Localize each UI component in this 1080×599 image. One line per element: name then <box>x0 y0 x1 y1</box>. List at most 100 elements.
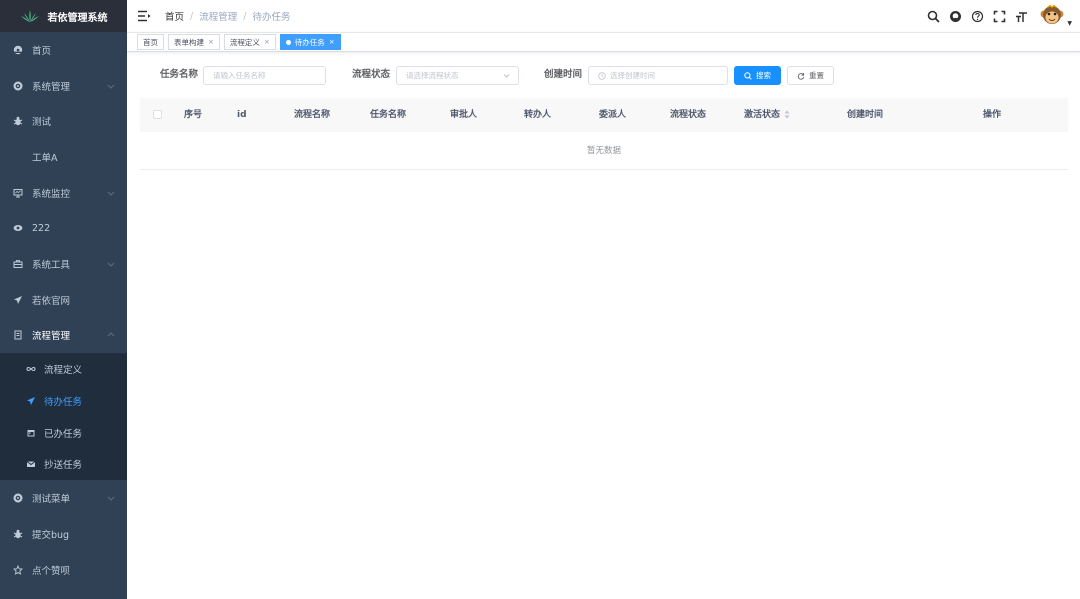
sidebar-item-label: 流程管理 <box>32 331 71 343</box>
breadcrumb-separator: / <box>190 10 194 22</box>
tag-form-builder[interactable]: 表单构建 × <box>168 34 220 50</box>
bug-icon <box>12 528 24 540</box>
time-picker[interactable]: 选择创建时间 <box>588 66 728 85</box>
sidebar-item-label: 系统管理 <box>32 81 71 93</box>
column-header-process-status: 流程状态 <box>670 110 707 120</box>
close-icon[interactable]: × <box>264 38 270 46</box>
task-name-placeholder: 请输入任务名称 <box>213 71 266 80</box>
sidebar-item-label: 流程定义 <box>44 365 83 377</box>
sidebar-item-submit-bug[interactable]: 提交bug <box>0 516 127 552</box>
toolbox-icon <box>12 258 24 270</box>
sidebar-item-test[interactable]: 测试 <box>0 103 127 139</box>
avatar[interactable]: ▼ <box>1040 4 1072 27</box>
hamburger-icon[interactable] <box>137 10 151 22</box>
sidebar-item-system-tools[interactable]: 系统工具 <box>0 246 127 282</box>
list-icon <box>12 329 24 341</box>
sidebar-item-label: 已办任务 <box>44 428 83 440</box>
table-empty-text: 暂无数据 <box>140 132 1068 170</box>
sidebar-item-cc-tasks[interactable]: 抄送任务 <box>0 449 127 481</box>
column-header-delegate: 委派人 <box>599 110 627 120</box>
sidebar-item-label: 系统监控 <box>32 188 71 200</box>
breadcrumb-process-management: 流程管理 <box>199 12 238 23</box>
tag-todo-tasks[interactable]: 待办任务 × <box>279 34 341 50</box>
github-icon[interactable] <box>948 9 962 23</box>
sidebar-item-label: 若依官网 <box>32 295 71 307</box>
sidebar-item-label: 测试 <box>32 117 52 129</box>
sidebar-item-todo-tasks[interactable]: 待办任务 <box>0 385 127 417</box>
sidebar-item-222[interactable]: 222 <box>0 210 127 246</box>
logo[interactable]: 若依管理系统 <box>0 0 127 32</box>
select-all-checkbox[interactable] <box>153 110 162 119</box>
sidebar-item-work-order[interactable]: 工单A <box>0 139 127 175</box>
clock-icon <box>598 71 606 80</box>
tags-view: 首页 表单构建 × 流程定义 × 待办任务 × <box>127 32 1080 52</box>
sidebar-item-like[interactable]: 点个赞呗 <box>0 552 127 588</box>
close-icon[interactable]: × <box>208 38 214 46</box>
breadcrumb-home[interactable]: 首页 <box>165 9 184 23</box>
sidebar-item-label: 抄送任务 <box>44 460 83 472</box>
sidebar-item-label: 提交bug <box>32 529 70 541</box>
refresh-icon <box>797 72 805 80</box>
breadcrumb-todo-tasks: 待办任务 <box>252 12 291 23</box>
search-icon <box>744 71 752 80</box>
breadcrumb: 首页 / 流程管理 / 待办任务 <box>165 9 291 24</box>
gear-icon <box>12 80 24 92</box>
sidebar-item-process-management[interactable]: 流程管理 <box>0 318 127 354</box>
infinity-icon <box>25 363 37 375</box>
tag-label: 待办任务 <box>294 37 325 47</box>
chevron-down-icon <box>107 191 115 196</box>
column-header-id: id <box>237 110 247 120</box>
column-header-label: 激活状态 <box>744 110 781 120</box>
caret-down-icon: ▼ <box>1067 20 1072 27</box>
calendar-icon <box>25 427 37 439</box>
nav-right: ▼ <box>926 0 1072 32</box>
monkey-avatar-icon <box>1040 4 1064 24</box>
column-header-activation-status[interactable]: 激活状态 <box>744 98 790 132</box>
status-label: 流程状态 <box>352 69 391 80</box>
tag-process-definition[interactable]: 流程定义 × <box>223 34 276 50</box>
tag-label: 表单构建 <box>174 37 204 47</box>
column-header-index: 序号 <box>184 110 203 120</box>
column-header-task-name: 任务名称 <box>370 110 407 120</box>
submenu-process-management: 流程定义 待办任务 已办任务 抄送任务 <box>0 353 127 481</box>
dashboard-icon <box>12 44 24 56</box>
sidebar-item-system-monitor[interactable]: 系统监控 <box>0 175 127 211</box>
close-icon[interactable]: × <box>329 38 335 46</box>
chevron-down-icon <box>503 74 510 78</box>
tag-home[interactable]: 首页 <box>137 34 164 50</box>
mail-icon <box>25 458 37 470</box>
question-icon[interactable] <box>970 9 984 23</box>
reset-button[interactable]: 重置 <box>787 66 834 85</box>
status-placeholder: 请选择流程状态 <box>406 71 459 80</box>
sidebar-item-test-menu[interactable]: 测试菜单 <box>0 480 127 516</box>
sidebar-item-system-management[interactable]: 系统管理 <box>0 68 127 104</box>
column-header-actions: 操作 <box>983 110 1002 120</box>
sort-icon[interactable] <box>784 110 790 119</box>
logo-icon <box>20 10 39 22</box>
paper-plane-icon <box>25 395 37 407</box>
sidebar-item-ruoyi-site[interactable]: 若依官网 <box>0 282 127 318</box>
column-header-created-time: 创建时间 <box>847 110 884 120</box>
chevron-up-icon <box>107 332 115 337</box>
search-icon[interactable] <box>926 9 940 23</box>
fullscreen-icon[interactable] <box>992 9 1006 23</box>
active-dot-icon <box>285 39 291 45</box>
sidebar-item-home[interactable]: 首页 <box>0 32 127 68</box>
table-header: 序号 id 流程名称 任务名称 审批人 转办人 委派人 流程状态 激活状态 创建… <box>140 98 1068 132</box>
search-button[interactable]: 搜索 <box>734 66 781 85</box>
app-title: 若依管理系统 <box>47 12 108 24</box>
time-placeholder: 选择创建时间 <box>610 71 655 80</box>
sidebar-item-label: 系统工具 <box>32 259 71 271</box>
sidebar: 若依管理系统 首页 系统管理 测试 工单A 系统监控 222 系统工具 若依官网… <box>0 0 127 599</box>
task-table: 序号 id 流程名称 任务名称 审批人 转办人 委派人 流程状态 激活状态 创建… <box>140 98 1068 170</box>
sidebar-item-label: 待办任务 <box>44 396 83 408</box>
sidebar-item-label: 工单A <box>32 152 58 164</box>
sidebar-item-process-definition[interactable]: 流程定义 <box>0 353 127 385</box>
sidebar-item-done-tasks[interactable]: 已办任务 <box>0 417 127 449</box>
sidebar-item-label: 点个赞呗 <box>32 565 71 577</box>
status-select[interactable]: 请选择流程状态 <box>396 66 519 85</box>
eye-icon <box>12 222 24 234</box>
font-size-icon[interactable] <box>1014 9 1028 23</box>
chevron-down-icon <box>107 496 115 501</box>
task-name-input[interactable]: 请输入任务名称 <box>203 66 326 85</box>
